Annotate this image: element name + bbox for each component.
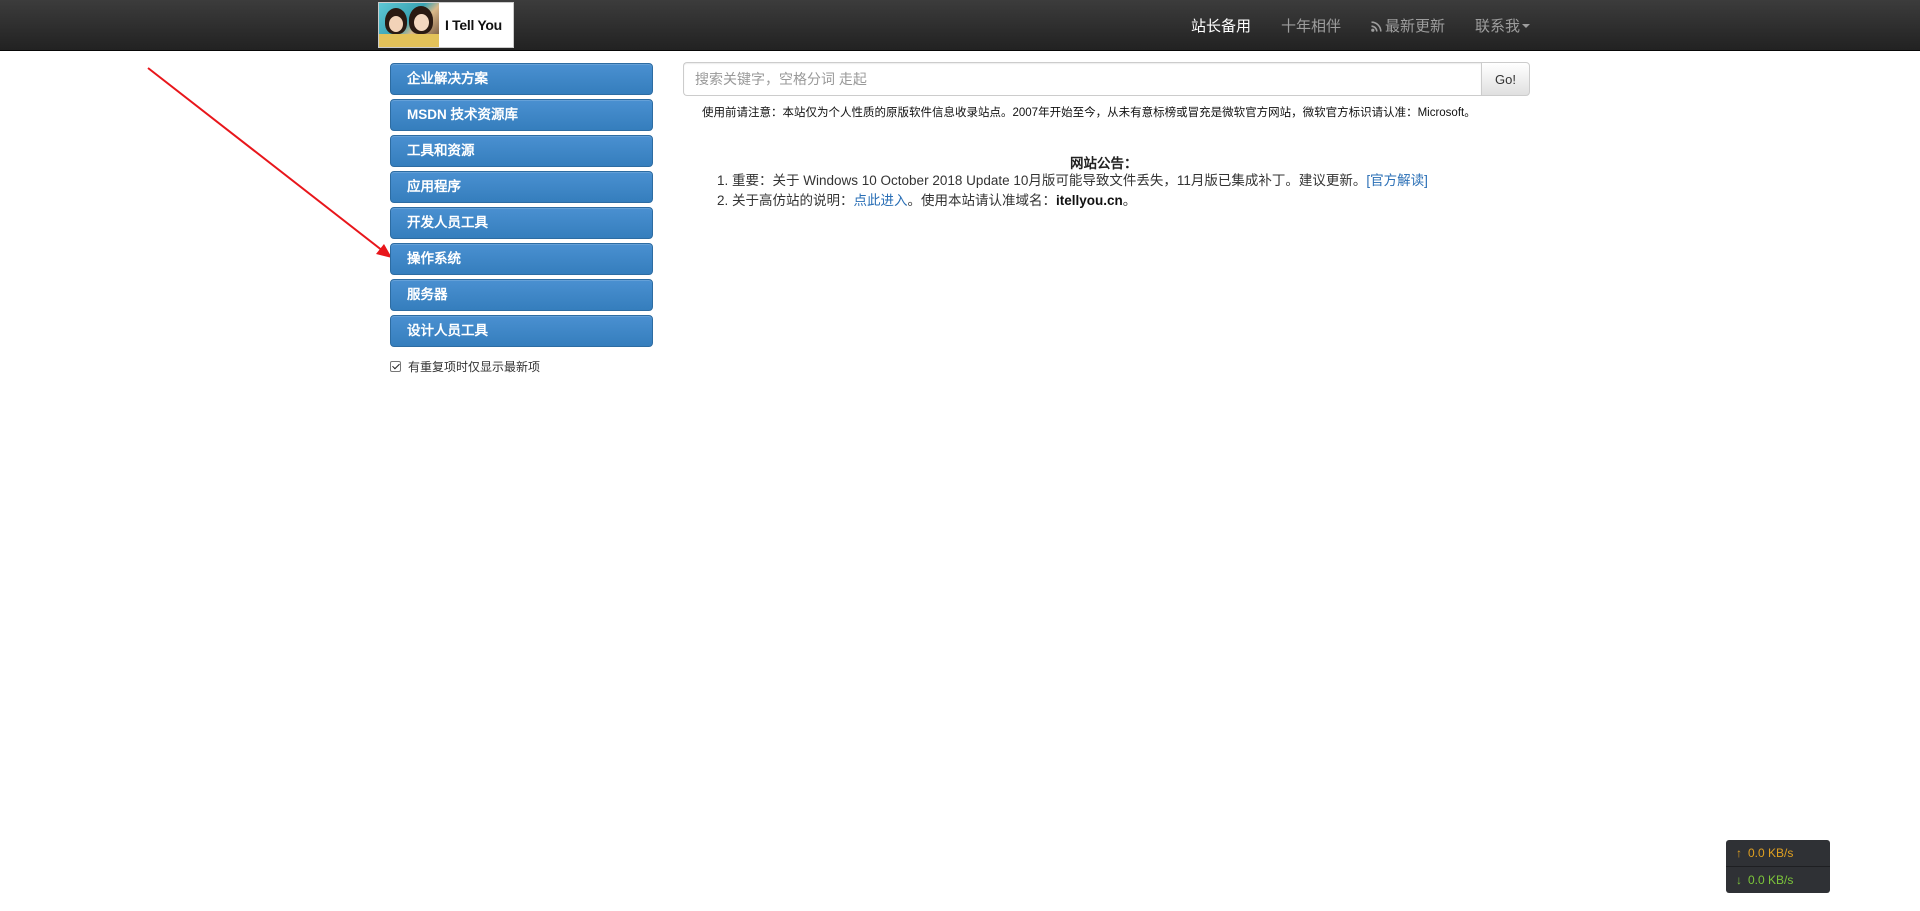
- category-designer-tools[interactable]: 设计人员工具: [390, 315, 653, 347]
- search-bar: Go!: [683, 62, 1530, 96]
- nav-item-webmaster-backup[interactable]: 站长备用: [1191, 15, 1251, 36]
- category-servers[interactable]: 服务器: [390, 279, 653, 311]
- official-domain: itellyou.cn: [1056, 193, 1123, 208]
- announcement-item-2-middle: 。使用本站请认准域名：: [907, 193, 1057, 208]
- announcement-item: 1. 重要：关于 Windows 10 October 2018 Update …: [717, 171, 1428, 191]
- category-applications[interactable]: 应用程序: [390, 171, 653, 203]
- logo-photo: [379, 3, 439, 47]
- category-operating-systems[interactable]: 操作系统: [390, 243, 653, 275]
- announcement-item-2-prefix: 2. 关于高仿站的说明：: [717, 193, 854, 208]
- latest-only-checkbox[interactable]: [390, 361, 401, 372]
- caret-down-icon: [1522, 23, 1530, 28]
- nav-item-ten-years[interactable]: 十年相伴: [1281, 15, 1341, 36]
- nav-item-latest-updates-label: 最新更新: [1384, 17, 1445, 35]
- network-speed-widget[interactable]: ↑ 0.0 KB/s ↓ 0.0 KB/s: [1726, 840, 1830, 893]
- rss-icon: [1371, 20, 1382, 32]
- top-navbar: I Tell You 站长备用 十年相伴 最新更新 联系我: [0, 0, 1920, 51]
- announcement-list: 1. 重要：关于 Windows 10 October 2018 Update …: [717, 171, 1428, 211]
- category-tools-resources[interactable]: 工具和资源: [390, 135, 653, 167]
- red-arrow-annotation: [147, 67, 392, 258]
- official-explanation-link[interactable]: [官方解读]: [1366, 173, 1428, 188]
- nav-item-contact-label: 联系我: [1474, 17, 1520, 35]
- category-msdn-library[interactable]: MSDN 技术资源库: [390, 99, 653, 131]
- nav-item-latest-updates[interactable]: 最新更新: [1371, 15, 1445, 36]
- search-input[interactable]: [683, 62, 1481, 96]
- announcement-item-1-text: 1. 重要：关于 Windows 10 October 2018 Update …: [717, 173, 1367, 188]
- search-go-button[interactable]: Go!: [1481, 62, 1530, 96]
- nav-links: 站长备用 十年相伴 最新更新 联系我: [1191, 0, 1530, 50]
- upload-speed-row: ↑ 0.0 KB/s: [1726, 840, 1830, 866]
- announcement-item: 2. 关于高仿站的说明：点此进入。使用本站请认准域名：itellyou.cn。: [717, 191, 1428, 211]
- latest-only-option: 有重复项时仅显示最新项: [390, 358, 653, 375]
- logo-text: I Tell You: [445, 17, 502, 33]
- arrow-down-icon: ↓: [1736, 872, 1742, 887]
- site-logo[interactable]: I Tell You: [378, 2, 514, 48]
- nav-item-contact-dropdown[interactable]: 联系我: [1475, 15, 1530, 36]
- category-enterprise-solutions[interactable]: 企业解决方案: [390, 63, 653, 95]
- upload-speed: 0.0 KB/s: [1748, 846, 1794, 860]
- latest-only-label[interactable]: 有重复项时仅显示最新项: [408, 358, 540, 375]
- arrow-up-icon: ↑: [1736, 846, 1742, 860]
- category-developer-tools[interactable]: 开发人员工具: [390, 207, 653, 239]
- announcement-item-2-suffix: 。: [1122, 193, 1137, 208]
- click-here-link[interactable]: 点此进入: [854, 193, 908, 208]
- usage-notice: 使用前请注意：本站仅为个人性质的原版软件信息收录站点。2007年开始至今，从未有…: [702, 107, 1476, 119]
- download-speed: 0.0 KB/s: [1748, 872, 1794, 887]
- category-sidebar: 企业解决方案 MSDN 技术资源库 工具和资源 应用程序 开发人员工具 操作系统…: [390, 63, 653, 375]
- download-speed-row: ↓ 0.0 KB/s: [1726, 866, 1830, 892]
- announcement-title: 网站公告：: [1070, 156, 1138, 171]
